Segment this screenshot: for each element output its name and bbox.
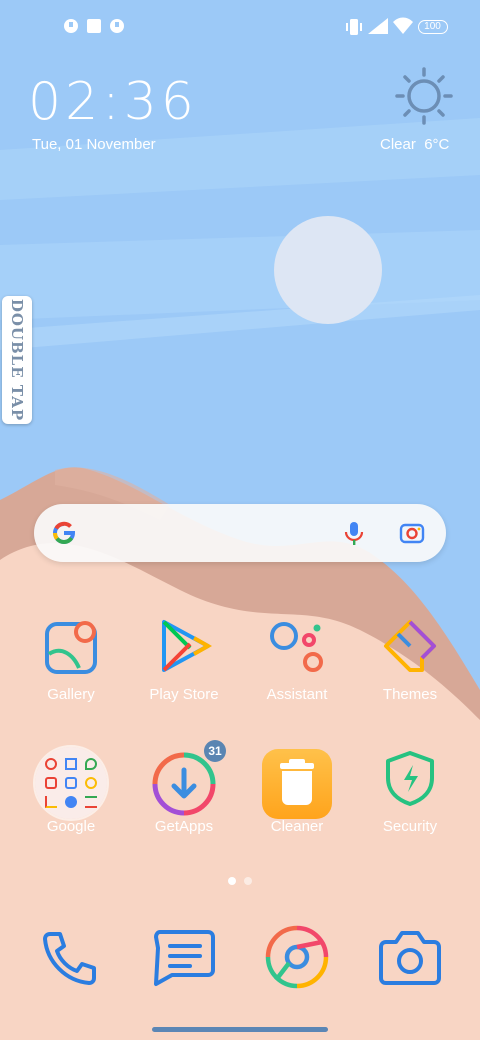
battery-icon: 100	[418, 20, 448, 34]
google-folder-icon	[35, 747, 107, 819]
app-security[interactable]: Security	[354, 750, 466, 870]
phone-icon	[43, 932, 96, 985]
app-play-store[interactable]: Play Store	[128, 618, 240, 738]
google-logo	[53, 521, 76, 544]
security-icon	[386, 751, 434, 806]
sun-icon[interactable]	[394, 66, 454, 126]
app-label: Cleaner	[270, 818, 324, 835]
clock-time[interactable]: 02:36	[28, 72, 198, 132]
app-cleaner[interactable]: Cleaner	[241, 749, 353, 870]
clock-date: Tue, 01 November	[32, 136, 156, 153]
messages-icon	[154, 930, 215, 986]
double-tap-tab[interactable]: DOUBLE TAP	[2, 296, 32, 424]
page-dot-active[interactable]	[228, 877, 236, 885]
notification-icon	[64, 19, 78, 33]
signal-icon	[368, 18, 388, 34]
app-gallery[interactable]: Gallery	[15, 618, 127, 738]
home-indicator[interactable]	[152, 1027, 328, 1032]
app-label: Themes	[382, 686, 438, 703]
browser-icon	[265, 925, 329, 989]
battery-level: 100	[424, 21, 441, 32]
gallery-icon	[45, 621, 97, 674]
dock-messages[interactable]	[152, 928, 216, 988]
app-google-folder[interactable]: Google	[15, 747, 127, 870]
status-bar: 100	[0, 0, 480, 56]
app-assistant[interactable]: Assistant	[241, 618, 353, 738]
google-search-bar[interactable]	[34, 504, 446, 562]
weather-summary: Clear 6°C	[380, 136, 449, 153]
app-label: GetApps	[154, 818, 214, 835]
app-label: Google	[46, 818, 96, 835]
app-label: Assistant	[266, 686, 328, 703]
notification-badge: 31	[204, 740, 226, 762]
play-store-icon	[162, 620, 212, 672]
weather-temp: 6°C	[424, 136, 450, 153]
assistant-icon	[270, 622, 323, 672]
dock-camera[interactable]	[378, 928, 442, 988]
page-dot[interactable]	[244, 877, 252, 885]
cleaner-icon	[262, 749, 332, 819]
camera-icon	[379, 931, 441, 985]
dock-browser[interactable]	[264, 924, 330, 990]
getapps-icon	[152, 752, 216, 816]
app-label: Gallery	[47, 686, 95, 703]
mic-icon[interactable]	[340, 519, 368, 547]
stop-icon	[87, 19, 101, 33]
app-getapps[interactable]: GetApps	[128, 750, 240, 870]
wifi-icon	[393, 17, 413, 34]
app-label: Security	[382, 818, 438, 835]
double-tap-label: DOUBLE TAP	[8, 298, 26, 422]
weather-condition: Clear	[380, 136, 416, 153]
dock-phone[interactable]	[40, 928, 100, 988]
vibrate-icon	[346, 19, 362, 35]
app-label: Play Store	[149, 686, 219, 703]
app-themes[interactable]: Themes	[354, 618, 466, 738]
themes-icon	[384, 620, 436, 672]
notification-icon	[110, 19, 124, 33]
lens-icon[interactable]	[398, 519, 426, 547]
